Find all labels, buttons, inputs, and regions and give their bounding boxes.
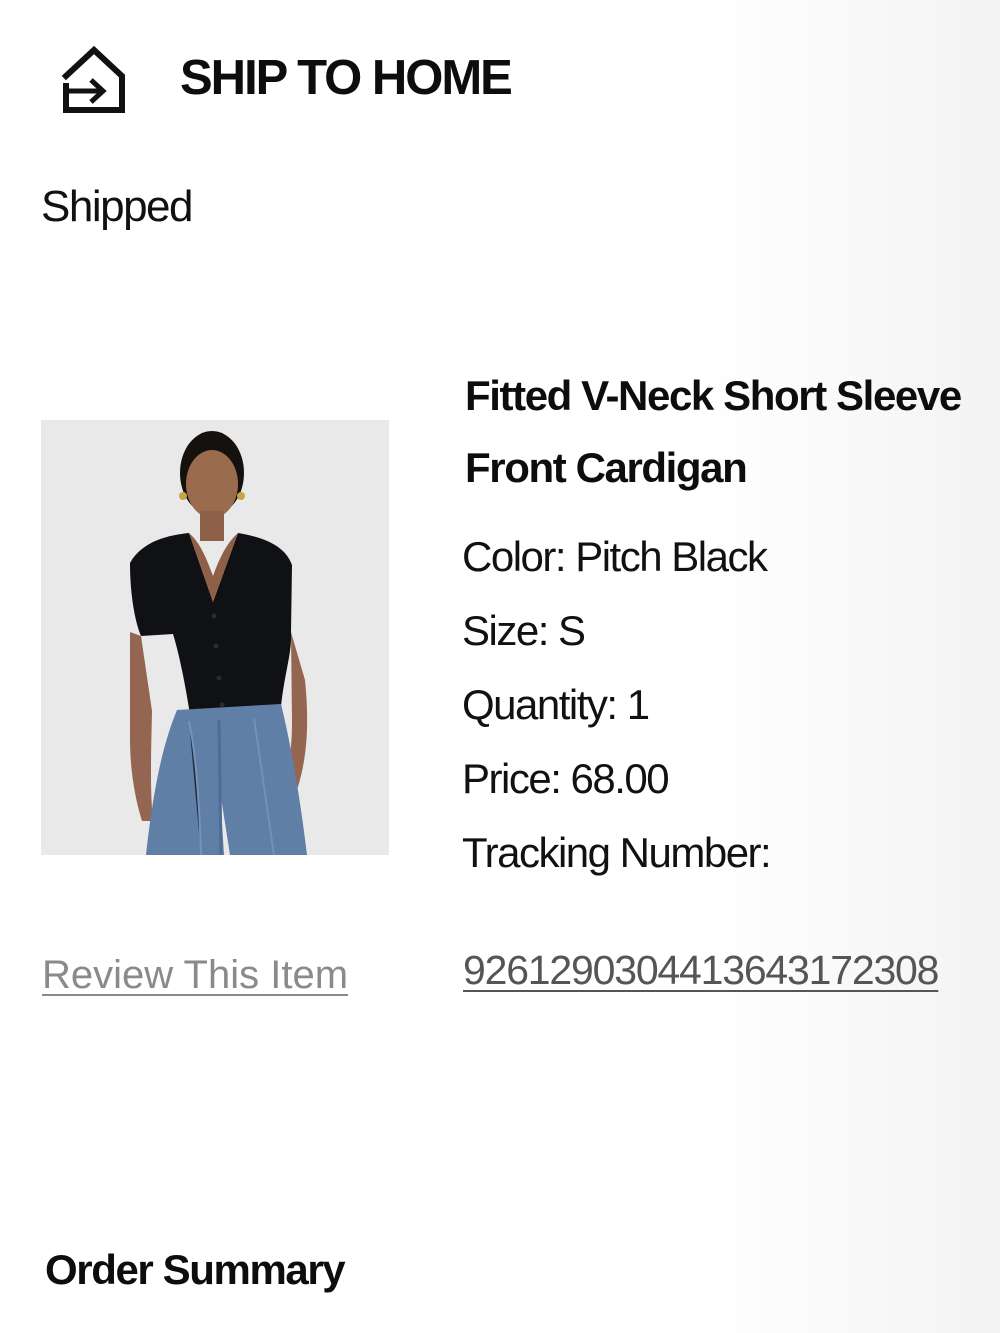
shipping-method-title: SHIP TO HOME [180,50,513,105]
product-color: Color: Pitch Black [462,533,768,580]
product-image[interactable] [41,420,389,855]
ship-to-home-header: SHIP TO HOME [58,42,513,114]
product-price: Price: 68.00 [462,755,670,802]
product-details: Color: Pitch Black Size: S Quantity: 1 P… [462,520,772,890]
product-name-line-1: Fitted V-Neck Short Sleeve [465,372,962,419]
product-size: Size: S [462,607,586,654]
model-cardigan-image [41,420,389,855]
home-arrow-icon [61,45,125,113]
review-item-link[interactable]: Review This Item [42,953,348,998]
product-name[interactable]: Fitted V-Neck Short Sleeve Front Cardiga… [465,360,1000,504]
product-quantity: Quantity: 1 [462,681,650,728]
tracking-number-link[interactable]: 9261290304413643172308 [463,947,939,994]
shipment-status: Shipped [41,182,193,231]
order-item-detail-page: SHIP TO HOME Shipped Fitted V-Neck Short… [0,0,1000,1333]
product-name-line-2: Front Cardigan [465,444,748,491]
tracking-label: Tracking Number: [462,829,772,876]
order-summary-heading: Order Summary [45,1246,346,1293]
